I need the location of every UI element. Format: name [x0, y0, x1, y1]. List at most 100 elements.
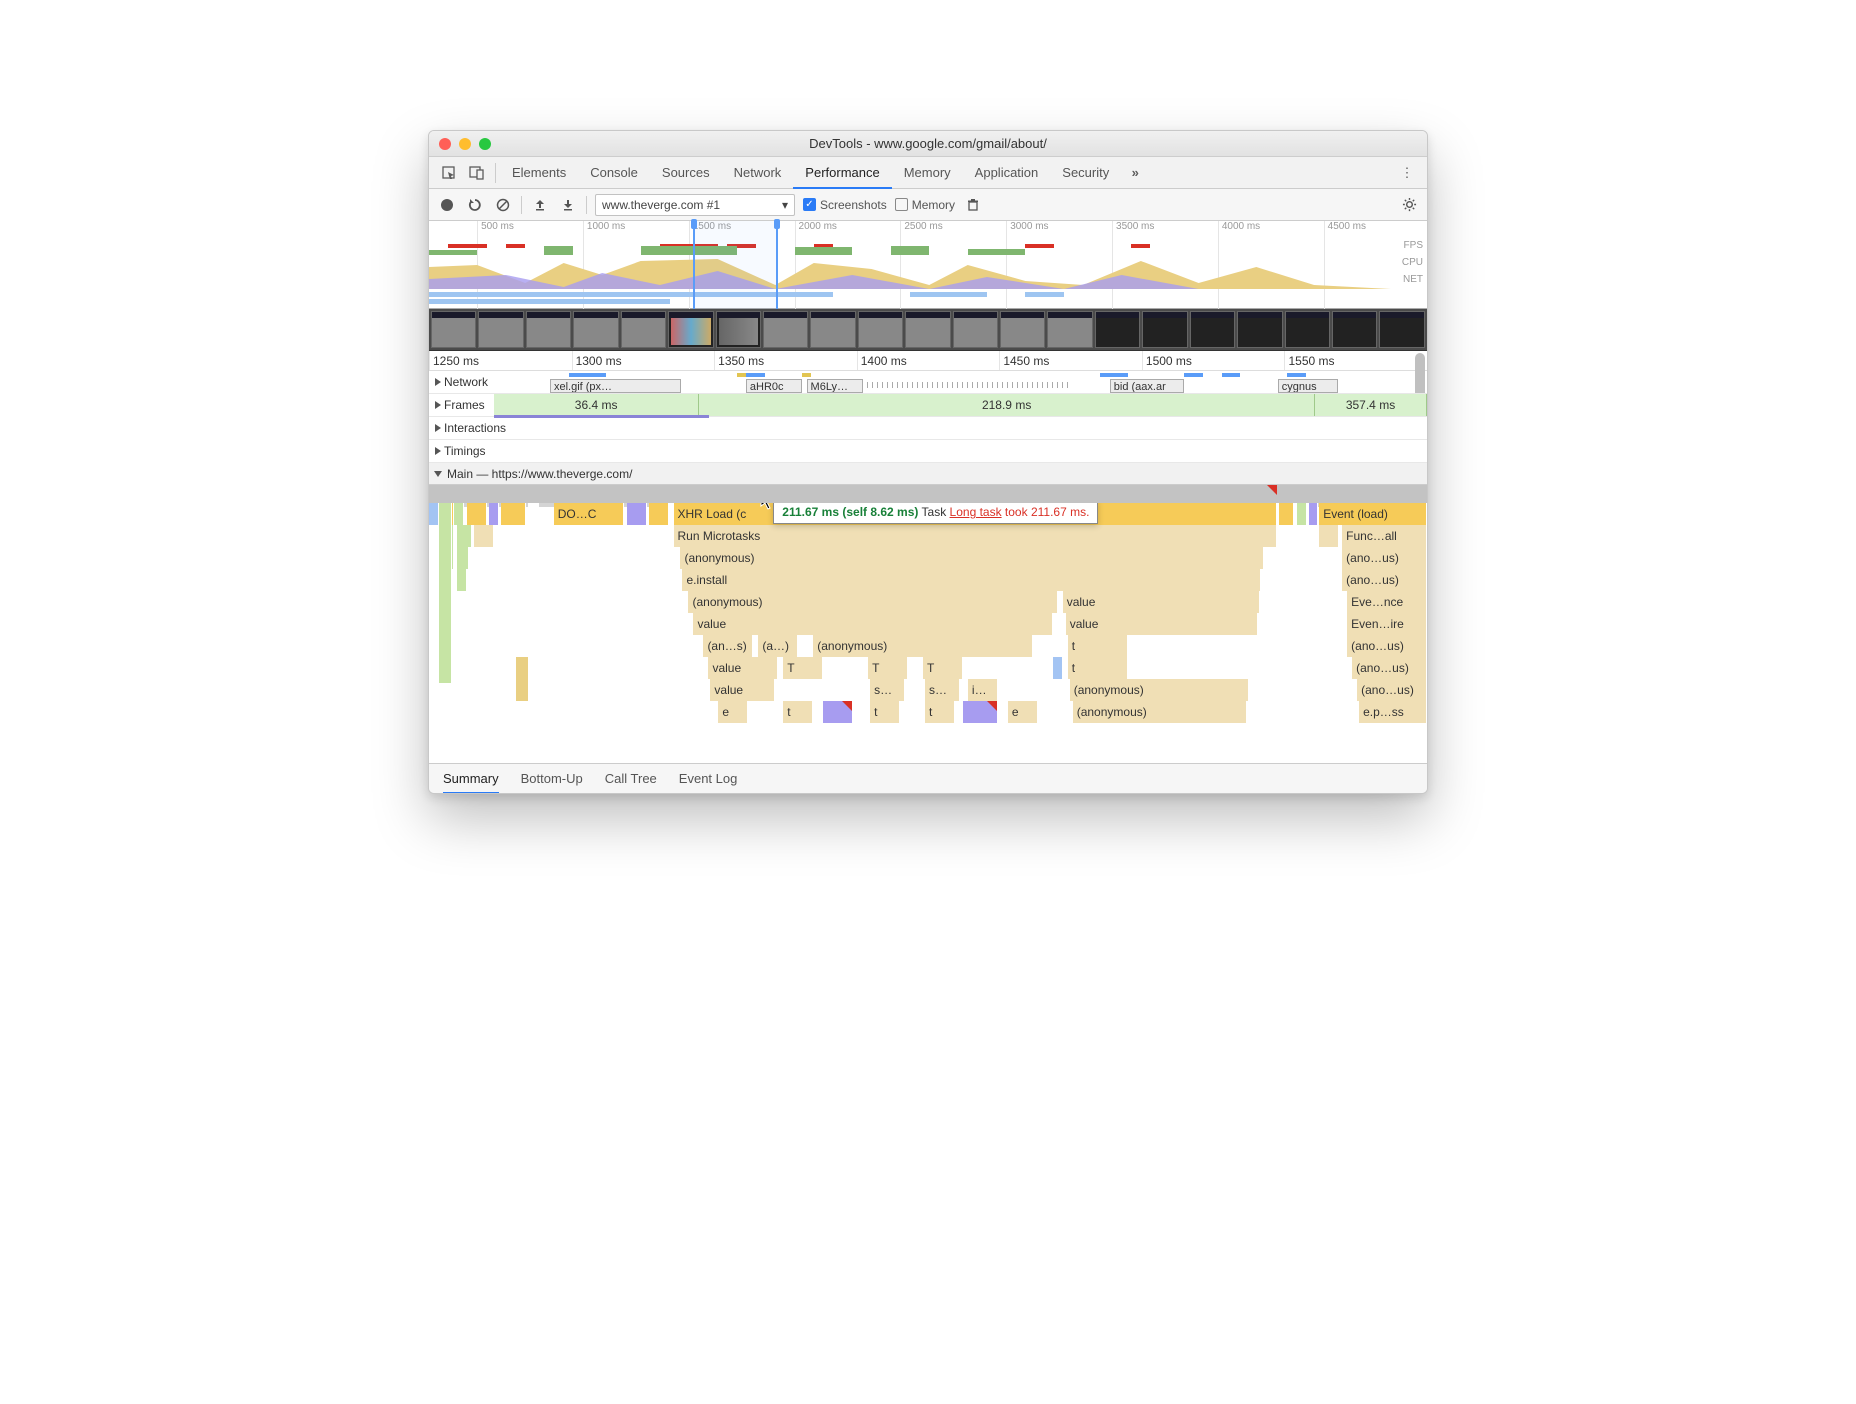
screenshot-thumb[interactable] [1332, 311, 1377, 348]
frame-segment[interactable]: 357.4 ms [1315, 394, 1427, 416]
flame-cell[interactable]: T [783, 657, 823, 679]
flame-cell[interactable]: (anonymous) [1070, 679, 1250, 701]
flame-cell[interactable]: e.p…ss [1359, 701, 1427, 723]
lane-frames[interactable]: Frames 36.4 ms 218.9 ms 357.4 ms [429, 394, 1427, 417]
minimize-icon[interactable] [459, 138, 471, 150]
network-item[interactable]: cygnus [1278, 379, 1339, 393]
screenshot-thumb[interactable] [763, 311, 808, 348]
dtab-bottom-up[interactable]: Bottom-Up [521, 764, 583, 794]
flame-cell[interactable]: T [868, 657, 908, 679]
flame-cell[interactable]: e.install [682, 569, 1261, 591]
screenshot-thumb[interactable] [953, 311, 998, 348]
tab-performance[interactable]: Performance [793, 157, 891, 189]
flame-cell[interactable]: (ano…us) [1347, 635, 1427, 657]
kebab-menu-icon[interactable]: ⋮ [1393, 159, 1421, 187]
screenshot-thumb[interactable] [526, 311, 571, 348]
dtab-summary[interactable]: Summary [443, 764, 499, 794]
screenshot-thumb[interactable] [858, 311, 903, 348]
tab-console[interactable]: Console [578, 157, 650, 189]
dtab-call-tree[interactable]: Call Tree [605, 764, 657, 794]
flame-cell[interactable]: i… [968, 679, 998, 701]
screenshot-thumb[interactable] [1190, 311, 1235, 348]
overview-selection[interactable] [693, 221, 778, 309]
screenshot-thumb[interactable] [905, 311, 950, 348]
tab-memory[interactable]: Memory [892, 157, 963, 189]
time-ruler[interactable]: 1250 ms 1300 ms 1350 ms 1400 ms 1450 ms … [429, 351, 1427, 371]
flame-cell[interactable]: (ano…us) [1352, 657, 1427, 679]
upload-icon[interactable] [530, 195, 550, 215]
tab-sources[interactable]: Sources [650, 157, 722, 189]
flame-cell[interactable]: (ano…us) [1357, 679, 1427, 701]
screenshot-thumb[interactable] [431, 311, 476, 348]
flame-cell[interactable]: s… [870, 679, 905, 701]
network-item[interactable]: aHR0c [746, 379, 802, 393]
flame-cell[interactable]: (anonymous) [680, 547, 1264, 569]
memory-checkbox[interactable]: Memory [895, 198, 955, 212]
flame-cell[interactable]: value [710, 679, 775, 701]
flame-cell[interactable]: (a…) [758, 635, 798, 657]
screenshot-thumb[interactable] [478, 311, 523, 348]
device-toggle-icon[interactable] [463, 159, 491, 187]
screenshot-thumb[interactable] [1095, 311, 1140, 348]
flame-cell[interactable]: s… [925, 679, 960, 701]
network-item[interactable]: bid (aax.ar [1110, 379, 1185, 393]
screenshot-thumb[interactable] [810, 311, 855, 348]
flame-cell[interactable]: value [1066, 613, 1259, 635]
flame-cell[interactable]: (ano…us) [1342, 569, 1427, 591]
lane-network[interactable]: Network xel.gif (px… aHR0c M6Ly… [429, 371, 1427, 394]
flame-cell[interactable]: t [925, 701, 955, 723]
screenshot-thumb[interactable] [1285, 311, 1330, 348]
screenshot-thumb[interactable] [1237, 311, 1282, 348]
inspect-icon[interactable] [435, 159, 463, 187]
gear-icon[interactable] [1399, 195, 1419, 215]
tab-elements[interactable]: Elements [500, 157, 578, 189]
flame-cell[interactable]: value [1063, 591, 1261, 613]
screenshot-filmstrip[interactable] [429, 309, 1427, 351]
flame-cell[interactable]: e [1008, 701, 1038, 723]
tab-application[interactable]: Application [963, 157, 1051, 189]
tab-network[interactable]: Network [722, 157, 794, 189]
screenshot-thumb[interactable] [716, 311, 761, 348]
screenshot-thumb[interactable] [1000, 311, 1045, 348]
flame-cell[interactable]: T [923, 657, 963, 679]
lane-timings[interactable]: Timings [429, 440, 1427, 463]
maximize-icon[interactable] [479, 138, 491, 150]
lane-interactions[interactable]: Interactions [429, 417, 1427, 440]
tab-security[interactable]: Security [1050, 157, 1121, 189]
screenshot-thumb[interactable] [1047, 311, 1092, 348]
flame-cell[interactable]: t [870, 701, 900, 723]
flame-cell[interactable]: Func…all [1342, 525, 1427, 547]
close-icon[interactable] [439, 138, 451, 150]
flame-cell[interactable]: t [783, 701, 813, 723]
flame-cell[interactable]: t [1068, 657, 1128, 679]
trash-icon[interactable] [963, 195, 983, 215]
download-icon[interactable] [558, 195, 578, 215]
frame-segment[interactable]: 36.4 ms [494, 394, 699, 416]
flame-cell[interactable]: (ano…us) [1342, 547, 1427, 569]
flame-cell[interactable]: (anonymous) [813, 635, 1033, 657]
flame-cell[interactable]: DO…C [554, 503, 624, 525]
recording-select[interactable]: www.theverge.com #1 ▾ [595, 194, 795, 216]
network-item[interactable]: M6Ly… [807, 379, 863, 393]
network-item[interactable]: xel.gif (px… [550, 379, 681, 393]
screenshot-thumb[interactable] [1379, 311, 1424, 348]
dtab-event-log[interactable]: Event Log [679, 764, 738, 794]
screenshot-thumb[interactable] [1142, 311, 1187, 348]
flame-cell[interactable]: (anonymous) [1073, 701, 1248, 723]
reload-icon[interactable] [465, 195, 485, 215]
overview-panel[interactable]: 500 ms 1000 ms 1500 ms 2000 ms 2500 ms 3… [429, 221, 1427, 309]
flame-cell[interactable]: (an…s) [703, 635, 753, 657]
flame-cell[interactable]: e [718, 701, 748, 723]
flame-cell[interactable]: Eve…nce [1347, 591, 1427, 613]
clear-icon[interactable] [493, 195, 513, 215]
screenshots-checkbox[interactable]: ✓ Screenshots [803, 198, 887, 212]
screenshot-thumb[interactable] [668, 311, 713, 348]
frame-segment[interactable]: 218.9 ms [699, 394, 1315, 416]
main-thread-header[interactable]: Main — https://www.theverge.com/ [429, 463, 1427, 485]
flame-cell[interactable]: Run Microtasks [674, 525, 1278, 547]
flame-cell[interactable]: (anonymous) [688, 591, 1057, 613]
flame-cell[interactable]: t [1068, 635, 1128, 657]
flame-cell[interactable]: value [708, 657, 778, 679]
more-tabs-icon[interactable]: » [1121, 159, 1149, 187]
flame-cell[interactable]: value [693, 613, 1052, 635]
